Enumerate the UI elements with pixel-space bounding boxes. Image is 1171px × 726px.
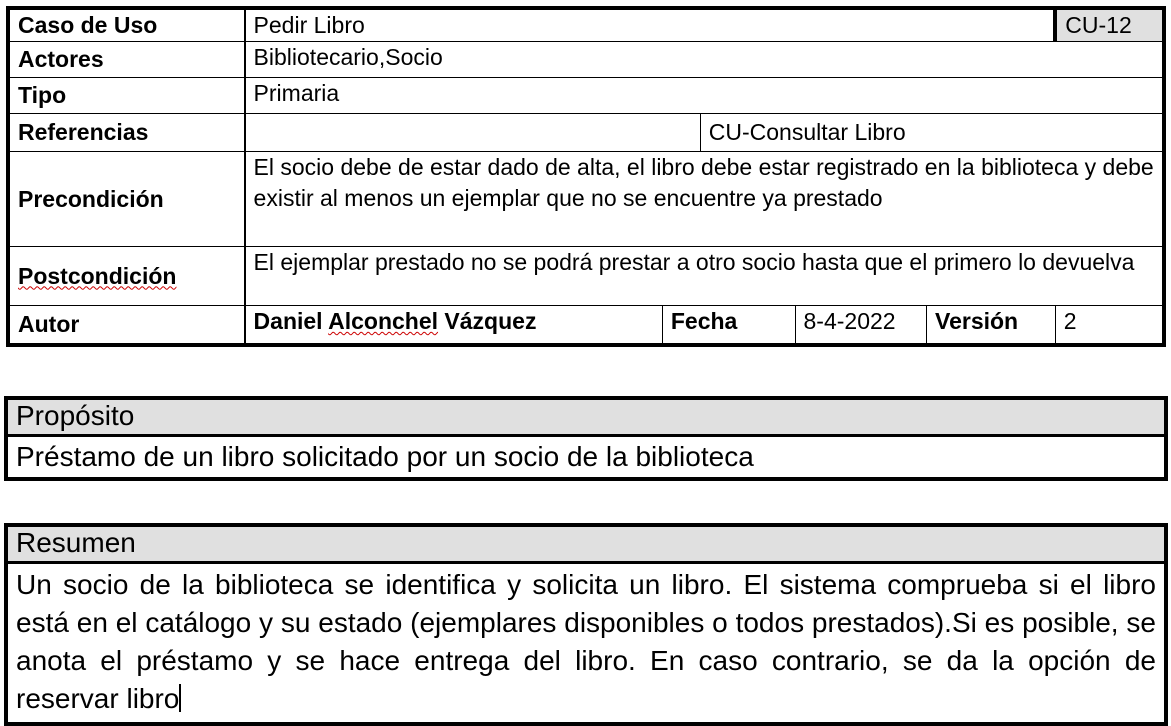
resumen-title: Resumen	[6, 525, 1166, 564]
fecha-label: Fecha	[661, 305, 796, 346]
postcondicion-label-text: Postcondición	[18, 262, 177, 289]
text-cursor	[179, 684, 182, 712]
resumen-box: Resumen Un socio de la biblioteca se ide…	[4, 523, 1168, 726]
actores-value[interactable]: Bibliotecario,Socio	[244, 41, 1165, 78]
version-value[interactable]: 2	[1054, 305, 1165, 346]
fecha-value[interactable]: 8-4-2022	[794, 305, 928, 346]
proposito-text[interactable]: Préstamo de un libro solicitado por un s…	[6, 436, 1166, 480]
actores-label: Actores	[7, 41, 246, 78]
autor-name-first: Daniel	[253, 308, 329, 334]
row-tipo: Tipo Primaria	[7, 77, 1165, 114]
proposito-title: Propósito	[6, 398, 1166, 437]
tipo-label: Tipo	[7, 77, 246, 114]
row-actores: Actores Bibliotecario,Socio	[7, 41, 1165, 78]
autor-label: Autor	[7, 305, 246, 346]
use-case-table: Caso de Uso Pedir Libro CU-12 Actores Bi…	[6, 6, 1166, 347]
postcondicion-value[interactable]: El ejemplar prestado no se podrá prestar…	[244, 246, 1165, 306]
row-autor: Autor Daniel Alconchel Vázquez Fecha 8-4…	[7, 305, 1165, 346]
row-caso-de-uso: Caso de Uso Pedir Libro CU-12	[7, 7, 1165, 42]
caso-de-uso-value[interactable]: Pedir Libro	[244, 7, 1056, 42]
row-referencias: Referencias CU-Consultar Libro	[7, 113, 1165, 152]
referencias-label: Referencias	[7, 113, 246, 152]
autor-value[interactable]: Daniel Alconchel Vázquez	[244, 305, 663, 346]
use-case-code[interactable]: CU-12	[1053, 7, 1165, 42]
proposito-box: Propósito Préstamo de un libro solicitad…	[4, 396, 1168, 481]
resumen-text: Un socio de la biblioteca se identifica …	[16, 569, 1156, 714]
referencias-empty-cell[interactable]	[244, 113, 701, 152]
referencias-value[interactable]: CU-Consultar Libro	[699, 113, 1165, 152]
caso-de-uso-label: Caso de Uso	[7, 7, 246, 42]
autor-name-last: Vázquez	[438, 308, 537, 334]
row-postcondicion: Postcondición El ejemplar prestado no se…	[7, 246, 1165, 306]
autor-name-middle: Alconchel	[328, 308, 439, 334]
precondicion-value[interactable]: El socio debe de estar dado de alta, el …	[244, 151, 1165, 247]
version-label: Versión	[926, 305, 1056, 346]
row-precondicion: Precondición El socio debe de estar dado…	[7, 151, 1165, 247]
resumen-body[interactable]: Un socio de la biblioteca se identifica …	[6, 563, 1166, 725]
postcondicion-label: Postcondición	[7, 246, 246, 306]
tipo-value[interactable]: Primaria	[244, 77, 1165, 114]
precondicion-label: Precondición	[7, 151, 246, 247]
